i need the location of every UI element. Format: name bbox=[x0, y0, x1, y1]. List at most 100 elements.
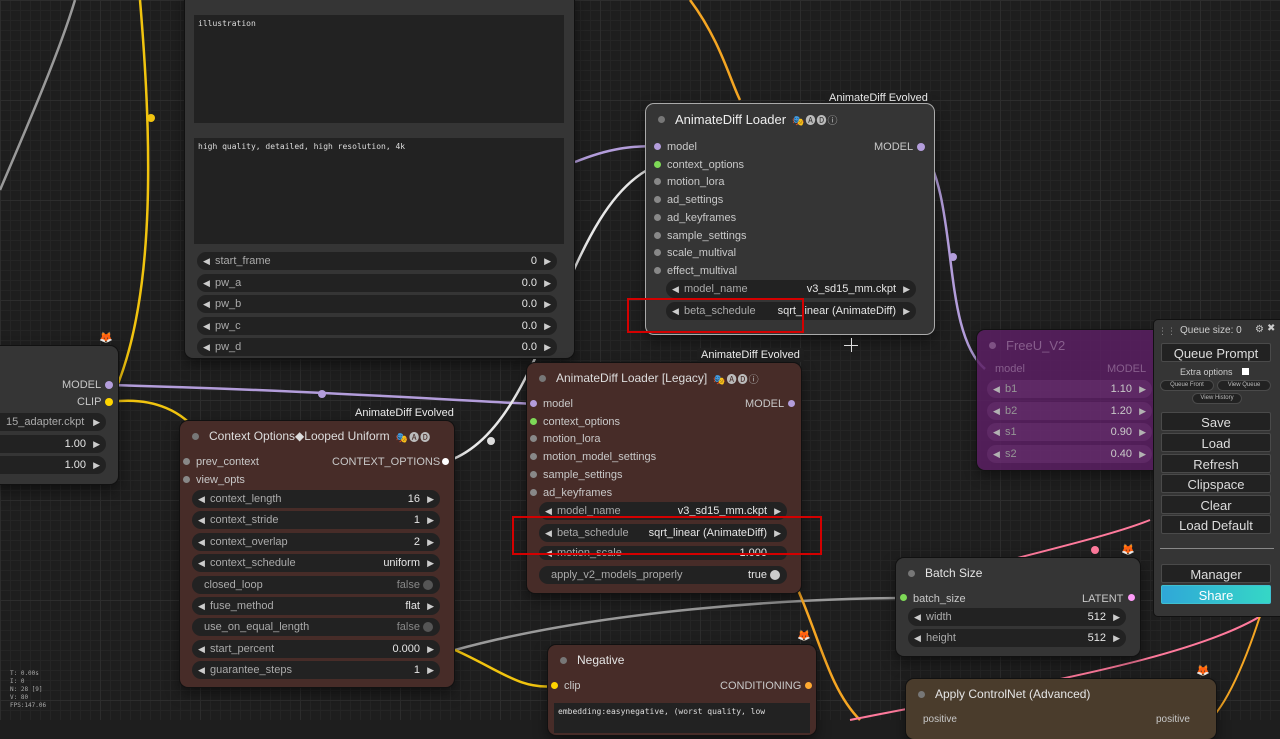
arrow-left-icon[interactable]: ◀ bbox=[198, 640, 205, 658]
collapse-dot[interactable] bbox=[539, 374, 546, 382]
input-dot[interactable] bbox=[654, 231, 661, 239]
settings-gear-icon[interactable]: ⚙ bbox=[1255, 324, 1264, 335]
input-slot-motion-model-settings[interactable]: motion_model_settings bbox=[530, 448, 656, 466]
arrow-left-icon[interactable]: ◀ bbox=[672, 280, 679, 298]
widget-guarantee-steps[interactable]: ◀ guarantee_steps 1 ▶ bbox=[192, 661, 440, 680]
widget-context-stride[interactable]: ◀ context_stride 1 ▶ bbox=[192, 511, 440, 530]
save-button[interactable]: Save bbox=[1161, 412, 1271, 431]
model-name-widget[interactable]: ◀ model_name v3_sd15_mm.ckpt ▶ bbox=[666, 280, 916, 298]
arrow-left-icon[interactable]: ◀ bbox=[914, 608, 921, 626]
widget-start-percent[interactable]: ◀ start_percent 0.000 ▶ bbox=[192, 639, 440, 658]
model-output-dot[interactable] bbox=[917, 143, 925, 151]
conditioning-output-dot[interactable] bbox=[805, 682, 812, 689]
input-slot-context-options[interactable]: context_options bbox=[530, 413, 620, 431]
collapse-dot[interactable] bbox=[560, 656, 567, 664]
input-dot[interactable] bbox=[530, 470, 537, 478]
arrow-right-icon[interactable]: ▶ bbox=[427, 511, 434, 529]
arrow-left-icon[interactable]: ◀ bbox=[203, 252, 210, 270]
text-area-illustration[interactable]: illustration bbox=[194, 15, 564, 123]
text-area-quality[interactable]: high quality, detailed, high resolution,… bbox=[194, 138, 564, 244]
model-loader-node[interactable]: MODEL CLIP 15_adapter.ckpt ▶ 1.00 ▶ 1.00… bbox=[0, 346, 118, 484]
model-input-slot[interactable]: model bbox=[995, 360, 1025, 378]
arrow-left-icon[interactable]: ◀ bbox=[993, 445, 1000, 463]
drag-handle-icon[interactable]: ⋮⋮ bbox=[1158, 326, 1176, 337]
node-title-bar[interactable]: Negative bbox=[548, 645, 816, 675]
input-dot[interactable] bbox=[530, 417, 537, 425]
input-dot[interactable] bbox=[654, 160, 661, 168]
input-slot-motion-lora[interactable]: motion_lora bbox=[654, 173, 724, 191]
arrow-left-icon[interactable]: ◀ bbox=[993, 423, 1000, 441]
widget-b2[interactable]: ◀ b2 1.20 ▶ bbox=[987, 401, 1152, 420]
widget-context-overlap[interactable]: ◀ context_overlap 2 ▶ bbox=[192, 532, 440, 551]
widget-context-schedule[interactable]: ◀ context_schedule uniform ▶ bbox=[192, 554, 440, 573]
input-dot[interactable] bbox=[530, 453, 537, 461]
widget-b1[interactable]: ◀ b1 1.10 ▶ bbox=[987, 380, 1152, 398]
arrow-right-icon[interactable]: ▶ bbox=[427, 661, 434, 679]
node-title-bar[interactable]: Apply ControlNet (Advanced) bbox=[906, 679, 1216, 709]
clip-input-slot[interactable]: clip bbox=[564, 677, 581, 695]
animatediff-loader-legacy-node[interactable]: AnimateDiff Loader [Legacy] 🎭🅐🅓ⓘ model co… bbox=[527, 363, 801, 593]
latent-output-dot[interactable] bbox=[1128, 594, 1135, 601]
arrow-right-icon[interactable]: ▶ bbox=[1139, 380, 1146, 398]
queue-front-button[interactable]: Queue Front bbox=[1160, 380, 1214, 391]
arrow-left-icon[interactable]: ◀ bbox=[198, 554, 205, 572]
batch-size-input-dot[interactable] bbox=[900, 594, 907, 601]
input-slot-model[interactable]: model bbox=[654, 138, 697, 156]
input-dot[interactable] bbox=[654, 143, 661, 150]
context-output-dot[interactable] bbox=[442, 458, 449, 465]
arrow-right-icon[interactable]: ▶ bbox=[427, 554, 434, 572]
collapse-dot[interactable] bbox=[192, 432, 199, 440]
clip-output[interactable]: CLIP bbox=[77, 393, 101, 411]
toggle-knob[interactable] bbox=[423, 579, 433, 590]
arrow-left-icon[interactable]: ◀ bbox=[203, 338, 210, 356]
collapse-dot[interactable] bbox=[989, 341, 996, 349]
input-dot[interactable] bbox=[654, 249, 661, 257]
input-slot-sample-settings[interactable]: sample_settings bbox=[654, 227, 747, 245]
negative-prompt-node[interactable]: Negative clip CONDITIONING embedding:eas… bbox=[548, 645, 816, 735]
strength-widget-2[interactable]: 1.00 ▶ bbox=[0, 456, 106, 474]
ckpt-widget[interactable]: 15_adapter.ckpt ▶ bbox=[0, 413, 106, 431]
widget-height[interactable]: ◀ height 512 ▶ bbox=[908, 629, 1126, 647]
arrow-right-icon[interactable]: ▶ bbox=[544, 295, 551, 313]
model-output-dot[interactable] bbox=[788, 400, 795, 407]
arrow-right-icon[interactable]: ▶ bbox=[1113, 629, 1120, 647]
toggle-knob[interactable] bbox=[423, 622, 433, 633]
manager-button[interactable]: Manager bbox=[1161, 564, 1271, 583]
widget-width[interactable]: ◀ width 512 ▶ bbox=[908, 608, 1126, 626]
input-slot-effect-multival[interactable]: effect_multival bbox=[654, 262, 737, 280]
widget-s2[interactable]: ◀ s2 0.40 ▶ bbox=[987, 444, 1152, 463]
widget-context-length[interactable]: ◀ context_length 16 ▶ bbox=[192, 490, 440, 508]
arrow-right-icon[interactable]: ▶ bbox=[427, 597, 434, 615]
model-output-slot[interactable]: MODEL bbox=[745, 395, 784, 413]
context-options-node[interactable]: Context Options◆Looped Uniform 🎭🅐🅓 prev_… bbox=[180, 421, 454, 687]
latent-output-slot[interactable]: LATENT bbox=[1082, 590, 1123, 608]
clip-input-dot[interactable] bbox=[551, 682, 558, 689]
arrow-left-icon[interactable]: ◀ bbox=[203, 317, 210, 335]
input-slot-view-opts[interactable]: view_opts bbox=[183, 471, 245, 489]
model-output-slot[interactable]: MODEL bbox=[1107, 360, 1146, 378]
negative-text-area[interactable]: embedding:easynegative, (worst quality, … bbox=[554, 703, 810, 733]
input-dot[interactable] bbox=[654, 213, 661, 221]
widget-use-on-equal-length[interactable]: use_on_equal_length false bbox=[192, 618, 440, 637]
arrow-right-icon[interactable]: ▶ bbox=[427, 640, 434, 658]
model-output-slot[interactable]: MODEL bbox=[874, 138, 913, 156]
model-output-dot[interactable] bbox=[105, 381, 113, 389]
input-slot-model[interactable]: model bbox=[530, 395, 573, 413]
input-slot-scale-multival[interactable]: scale_multival bbox=[654, 244, 736, 262]
share-button[interactable]: Share bbox=[1161, 585, 1271, 604]
conditioning-output-slot[interactable]: CONDITIONING bbox=[720, 677, 801, 695]
input-dot[interactable] bbox=[530, 488, 537, 496]
widget-pw-b[interactable]: ◀ pw_b 0.0 ▶ bbox=[197, 295, 557, 313]
arrow-left-icon[interactable]: ◀ bbox=[993, 380, 1000, 398]
close-icon[interactable]: ✖ bbox=[1267, 323, 1275, 334]
refresh-button[interactable]: Refresh bbox=[1161, 454, 1271, 473]
arrow-left-icon[interactable]: ◀ bbox=[203, 295, 210, 313]
collapse-dot[interactable] bbox=[908, 569, 915, 577]
load-default-button[interactable]: Load Default bbox=[1161, 515, 1271, 534]
arrow-left-icon[interactable]: ◀ bbox=[914, 629, 921, 647]
input-slot-prev-context[interactable]: prev_context bbox=[183, 453, 259, 471]
input-dot[interactable] bbox=[654, 196, 661, 204]
prompt-schedule-node[interactable]: illustration high quality, detailed, hig… bbox=[185, 0, 574, 358]
node-title-bar[interactable]: AnimateDiff Loader 🎭🅐🅓ⓘ bbox=[646, 104, 934, 134]
arrow-left-icon[interactable]: ◀ bbox=[993, 402, 1000, 420]
